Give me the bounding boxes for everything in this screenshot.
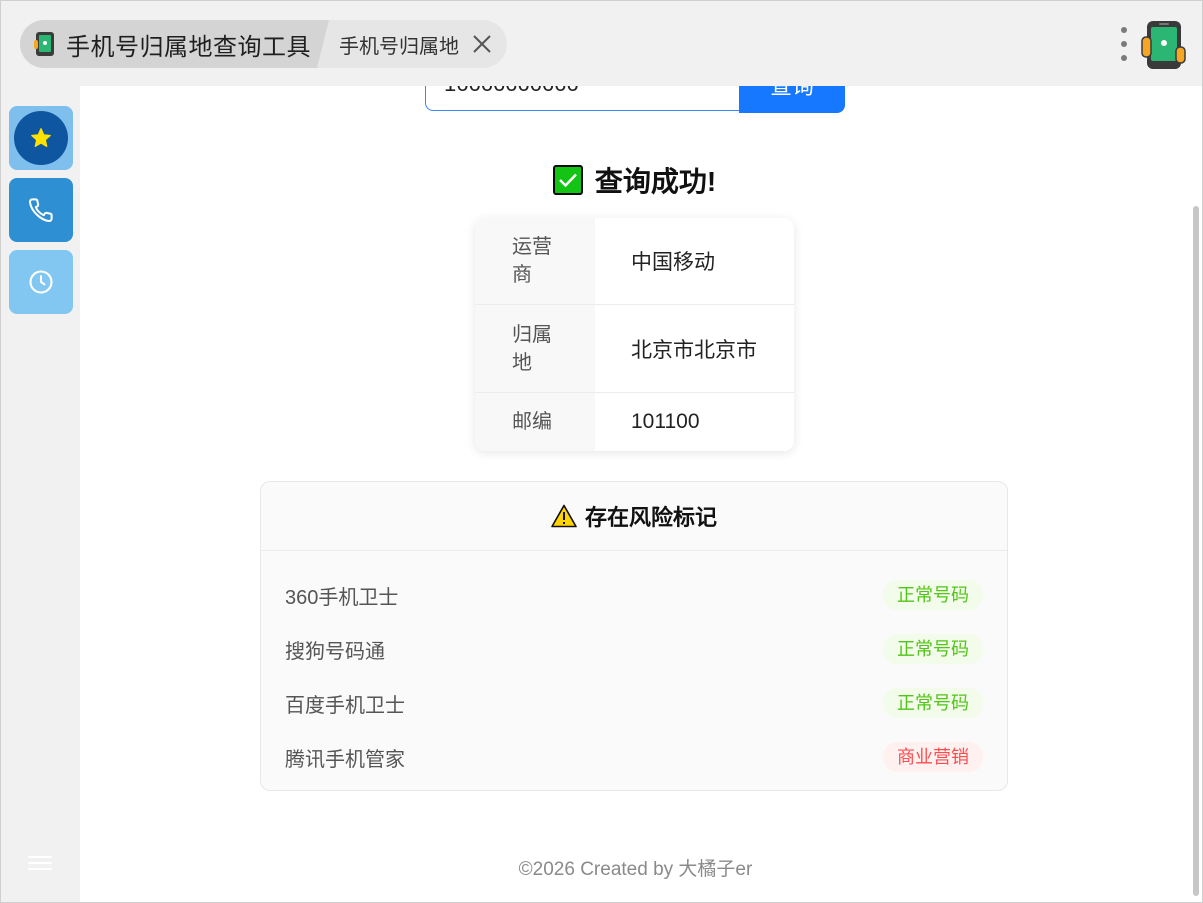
status-badge: 正常号码 [883, 688, 983, 718]
risk-source: 360手机卫士 [285, 586, 399, 609]
table-row: 运营商 中国移动 [475, 218, 794, 305]
status-badge: 正常号码 [883, 634, 983, 664]
star-icon [31, 128, 51, 147]
status-badge: 正常号码 [883, 580, 983, 610]
warning-icon [551, 504, 577, 528]
tab-phone-location[interactable]: 手机号归属地 [317, 20, 507, 68]
phone-logo-icon [1141, 21, 1186, 69]
sidebar-item-favorites[interactable] [9, 106, 73, 170]
table-row: 归属地 北京市北京市 [475, 305, 794, 393]
list-item: 搜狗号码通 正常号码 [261, 622, 1007, 676]
footer-credit: ©2026 Created by 大橘子er [518, 859, 753, 880]
row-label: 归属地 [475, 305, 595, 392]
list-item: 360手机卫士 正常号码 [261, 568, 1007, 622]
risk-source: 腾讯手机管家 [285, 748, 405, 771]
result-table: 运营商 中国移动 归属地 北京市北京市 邮编 101100 [475, 218, 794, 451]
sidebar [0, 86, 80, 903]
row-value: 北京市北京市 [631, 338, 757, 362]
search-button[interactable]: 查询 [739, 86, 845, 113]
tab-strip: 手机号归属地查询工具 手机号归属地 [20, 20, 507, 68]
table-row: 邮编 101100 [475, 393, 794, 451]
tab-label: 手机号归属地 [339, 35, 459, 58]
row-value: 101100 [631, 410, 700, 433]
list-item: 百度手机卫士 正常号码 [261, 676, 1007, 730]
risk-source: 百度手机卫士 [285, 694, 405, 717]
status-badge: 商业营销 [883, 742, 983, 772]
main-content: 查询 查询成功! 运营商 中国移动 归属地 北京市北京市 邮编 101100 [80, 86, 1189, 903]
search-bar: 查询 [425, 86, 845, 113]
risk-source: 搜狗号码通 [285, 640, 385, 663]
row-label: 运营商 [475, 218, 595, 304]
app-title-tab[interactable]: 手机号归属地查询工具 [20, 20, 335, 68]
query-status: 查询成功! [80, 160, 1189, 200]
row-value: 中国移动 [631, 251, 715, 274]
scrollbar-thumb[interactable] [1193, 206, 1199, 896]
risk-list: 360手机卫士 正常号码 搜狗号码通 正常号码 百度手机卫士 正常号码 腾讯手机… [261, 568, 1007, 784]
phone-number-input[interactable] [425, 86, 739, 111]
close-icon[interactable] [471, 33, 493, 55]
phone-icon [28, 198, 53, 223]
phone-app-icon [34, 32, 54, 56]
more-options-icon[interactable] [1114, 24, 1134, 64]
risk-title: 存在风险标记 [584, 505, 717, 530]
app-title: 手机号归属地查询工具 [66, 33, 311, 61]
title-bar: 手机号归属地查询工具 手机号归属地 [0, 0, 1203, 86]
menu-icon[interactable] [28, 852, 52, 874]
check-icon [552, 165, 583, 195]
status-text: 查询成功! [594, 166, 717, 197]
sidebar-item-phone[interactable] [9, 178, 73, 242]
risk-header: 存在风险标记 [261, 482, 1007, 551]
risk-panel: 存在风险标记 360手机卫士 正常号码 搜狗号码通 正常号码 百度手机卫士 正常… [260, 481, 1008, 791]
row-label: 邮编 [475, 393, 595, 451]
clock-icon [29, 270, 53, 294]
star-badge [14, 111, 68, 165]
list-item: 腾讯手机管家 商业营销 [261, 730, 1007, 784]
sidebar-item-history[interactable] [9, 250, 73, 314]
